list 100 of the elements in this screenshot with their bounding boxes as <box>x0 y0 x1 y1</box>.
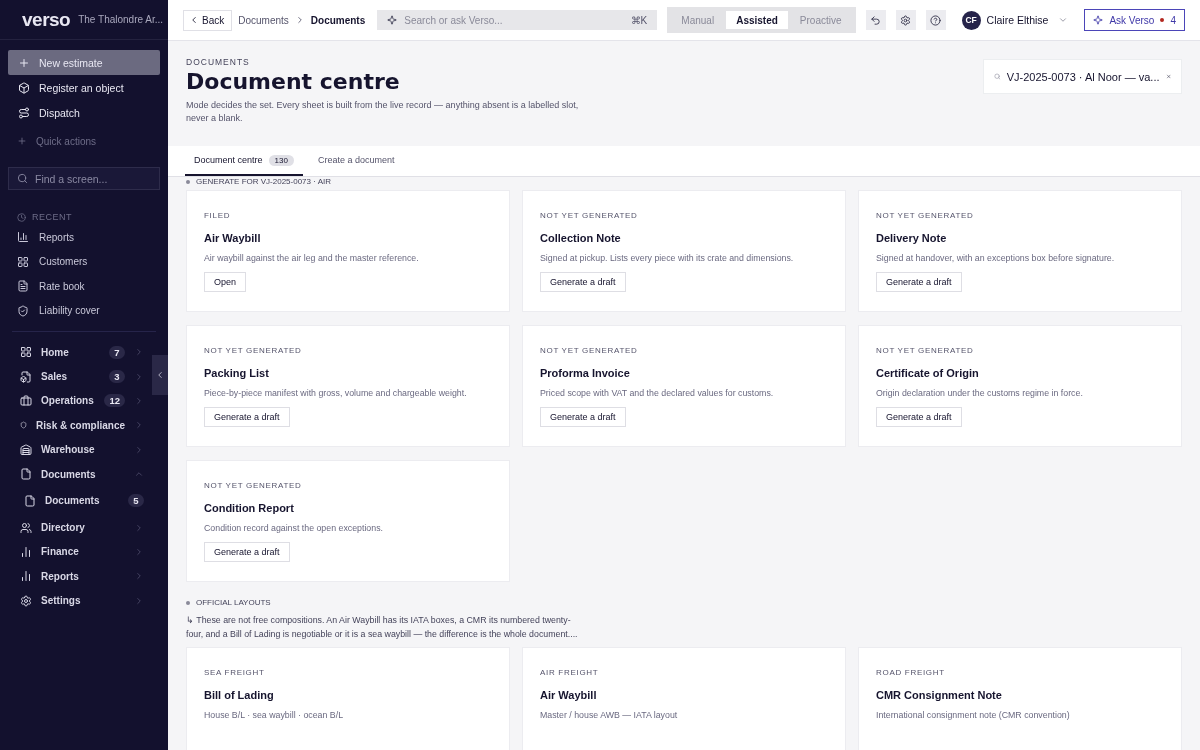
nav-item[interactable]: Warehouse <box>0 437 150 462</box>
nav-item[interactable]: Reports <box>0 564 150 589</box>
status-label: NOT YET GENERATED <box>876 346 975 355</box>
card-title: Certificate of Origin <box>876 367 980 379</box>
chevron-left-icon <box>189 15 199 25</box>
eyebrow: DOCUMENTS <box>186 57 251 67</box>
search-field[interactable]: Search or ask Verso... ⌘K <box>377 10 658 30</box>
clock-icon <box>17 212 26 222</box>
search-icon <box>17 173 28 184</box>
breadcrumb: Documents <box>310 14 366 26</box>
nav-label: Directory <box>41 522 85 534</box>
nav-icon <box>20 394 32 407</box>
gear-icon <box>900 14 912 26</box>
user-name: Claire Elthise <box>986 14 1049 26</box>
chevron-down-icon <box>1058 15 1069 25</box>
nav-item[interactable]: Directory <box>0 515 150 540</box>
quick-item[interactable]: Register an object <box>8 75 160 100</box>
logo-text: verso <box>22 8 71 31</box>
action-button[interactable]: Open <box>204 272 247 292</box>
nav-item[interactable]: Operations 12 <box>0 388 150 414</box>
tab[interactable]: Document centre 130 <box>185 146 303 176</box>
nav-item[interactable]: Documents <box>0 461 150 487</box>
count-badge: 130 <box>268 154 294 166</box>
action-button[interactable]: Generate a draft <box>204 407 290 427</box>
action-button[interactable]: Generate a draft <box>540 407 626 427</box>
card-title: Condition Report <box>204 502 295 514</box>
card-title: Bill of Lading <box>204 689 275 701</box>
card-title: Proforma Invoice <box>540 367 631 379</box>
search-icon <box>994 71 1001 82</box>
card-description: Condition record against the open exceptions. <box>204 523 384 533</box>
nav-icon <box>20 443 32 456</box>
card-title: Collection Note <box>540 232 622 244</box>
nav-icon <box>20 370 32 383</box>
card-description: Air waybill against the air leg and the master reference. <box>204 253 420 263</box>
sparkle-icon <box>1093 15 1104 25</box>
section-label: RECENT <box>32 212 72 222</box>
nav-label: Home <box>41 346 69 358</box>
note-text: ↳ These are not free compositions. An Air Waybill has its IATA boxes, a CMR its numbered twenty-four, and a Bill of Lading is negotiable or it is a sea waybill — the difference is the whole document.... <box>186 614 579 641</box>
plus-icon <box>17 136 27 146</box>
chevron-left-icon <box>155 370 165 380</box>
card-description: Signed at handover, with an exceptions box before signature. <box>876 253 1116 263</box>
recent-item[interactable]: Liability cover <box>0 298 168 323</box>
status-label: NOT YET GENERATED <box>204 481 303 490</box>
count-badge: 5 <box>128 494 144 508</box>
card-description: Signed at pickup. Lists every piece with its crate and dimensions. <box>540 253 795 263</box>
card-title: Air Waybill <box>540 689 598 701</box>
nav-icon <box>20 346 32 359</box>
card-title: Delivery Note <box>876 232 948 244</box>
nav-icon <box>20 468 32 481</box>
status-label: NOT YET GENERATED <box>540 211 639 220</box>
card-description: Piece-by-piece manifest with gross, volume and chargeable weight. <box>204 388 468 398</box>
nav-icon <box>20 545 32 558</box>
chevron-right-icon <box>134 347 144 358</box>
nav-subitem[interactable]: Documents 5 <box>0 486 150 516</box>
action-button[interactable]: Generate a draft <box>540 272 626 292</box>
count-badge: 12 <box>104 394 125 408</box>
quick-item[interactable]: Dispatch <box>8 100 160 125</box>
close-icon[interactable] <box>1165 72 1171 81</box>
status-label: SEA FREIGHT <box>204 668 266 677</box>
chevron-right-icon <box>134 395 144 406</box>
chevron-right-icon <box>134 595 144 606</box>
document-icon <box>17 280 29 293</box>
help-button[interactable] <box>925 10 946 30</box>
settings-button[interactable] <box>895 10 916 30</box>
section-label: OFFICIAL LAYOUTS <box>196 598 271 607</box>
count-badge: 7 <box>109 345 125 359</box>
count-badge: 3 <box>109 370 125 384</box>
action-button[interactable]: Generate a draft <box>876 407 962 427</box>
card-description: Master / house AWB — IATA layout <box>540 710 679 720</box>
nav-item[interactable]: Settings <box>0 588 150 613</box>
nav-item[interactable]: Risk & compliance <box>0 413 150 438</box>
undo-button[interactable] <box>865 10 886 30</box>
quick-item[interactable]: New estimate <box>8 50 160 75</box>
card-title: Packing List <box>204 367 270 379</box>
recent-item[interactable]: Rate book <box>0 274 168 299</box>
action-button[interactable]: Generate a draft <box>204 542 290 562</box>
record-search-field[interactable]: VJ-2025-0073 · Al Noor — va... <box>983 59 1182 94</box>
recent-item[interactable]: Customers <box>0 249 168 274</box>
nav-item[interactable]: Sales 3 <box>0 364 150 389</box>
help-icon <box>930 14 942 26</box>
card-description: Origin declaration under the customs regime in force. <box>876 388 1084 398</box>
collapse-handle[interactable] <box>152 355 168 395</box>
nav-label: Sales <box>41 371 68 383</box>
find-field[interactable]: Find a screen... <box>8 167 160 190</box>
quick-actions-link[interactable]: Quick actions <box>8 129 160 153</box>
action-button[interactable]: Generate a draft <box>876 272 962 292</box>
nav-label: Documents <box>41 468 96 480</box>
recent-item[interactable]: Reports <box>0 225 168 250</box>
tab[interactable]: Create a document <box>308 146 404 176</box>
chevron-right-icon <box>134 420 144 431</box>
mode-tab[interactable]: Assisted <box>726 11 788 29</box>
chevron-right-icon <box>134 522 144 533</box>
section-label: GENERATE FOR VJ-2025-0073 · AIR <box>196 177 331 186</box>
nav-item[interactable]: Home 7 <box>0 340 150 365</box>
back-button[interactable]: Back <box>183 9 233 31</box>
status-label: NOT YET GENERATED <box>204 346 303 355</box>
ask-verso-button[interactable]: Ask Verso 4 <box>1084 9 1185 31</box>
card-description: House B/L · sea waybill · ocean B/L <box>204 710 345 720</box>
nav-item[interactable]: Finance <box>0 539 150 565</box>
breadcrumb[interactable]: Documents <box>238 14 289 26</box>
